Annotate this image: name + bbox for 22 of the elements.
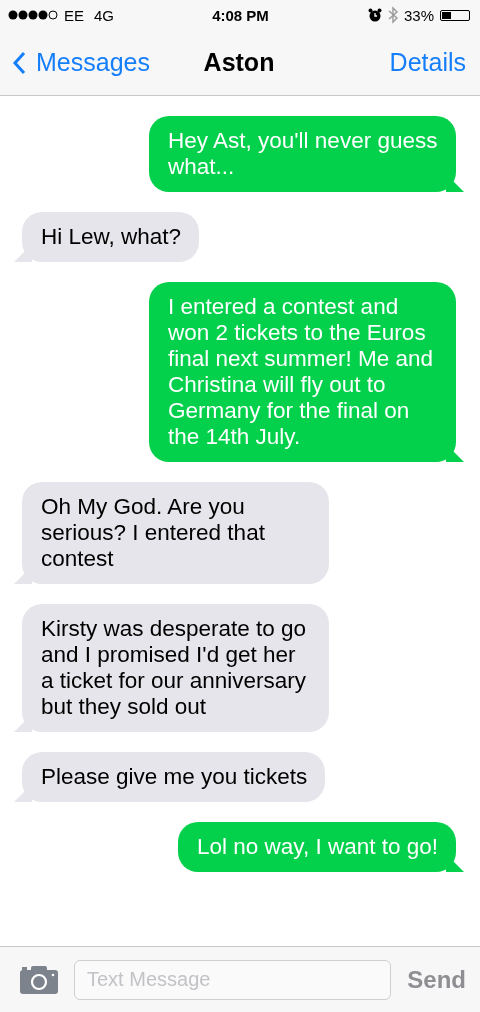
alarm-clock-icon	[367, 8, 382, 22]
bluetooth-icon	[387, 6, 398, 24]
battery-icon	[440, 9, 470, 21]
back-link[interactable]: Messages	[12, 48, 150, 77]
sent-message-bubble: Lol no way, I want to go!	[178, 822, 456, 872]
sent-message-bubble: I entered a contest and won 2 tickets to the Euros final next summer! Me and Christina will fly out to Germany for the final on the 14th July.	[149, 282, 456, 462]
status-time: 4:08 PM	[211, 6, 270, 24]
received-message-bubble: Please give me you tickets	[22, 752, 326, 802]
camera-icon[interactable]	[20, 965, 58, 994]
carrier-name: EE	[64, 6, 84, 24]
message-field[interactable]: Text Message	[74, 959, 392, 1000]
back-chevron-icon	[12, 50, 26, 75]
received-message-bubble: Kirsty was desperate to go and I promised I'd get her a ticket for our anniversary but they sold out	[22, 604, 329, 732]
sent-message-bubble: Hey Ast, you'll never guess what...	[149, 116, 456, 192]
received-message-bubble: Oh My God. Are you serious? I entered that contest	[22, 482, 329, 584]
send-button[interactable]: Send	[407, 965, 466, 994]
signal-icon	[8, 10, 58, 20]
details-link[interactable]: Details	[389, 48, 466, 77]
received-message-bubble: Hi Lew, what?	[22, 212, 200, 262]
contact-name: Aston	[203, 48, 275, 77]
network-type: 4G	[94, 6, 115, 24]
battery-percent: 33%	[403, 6, 434, 24]
